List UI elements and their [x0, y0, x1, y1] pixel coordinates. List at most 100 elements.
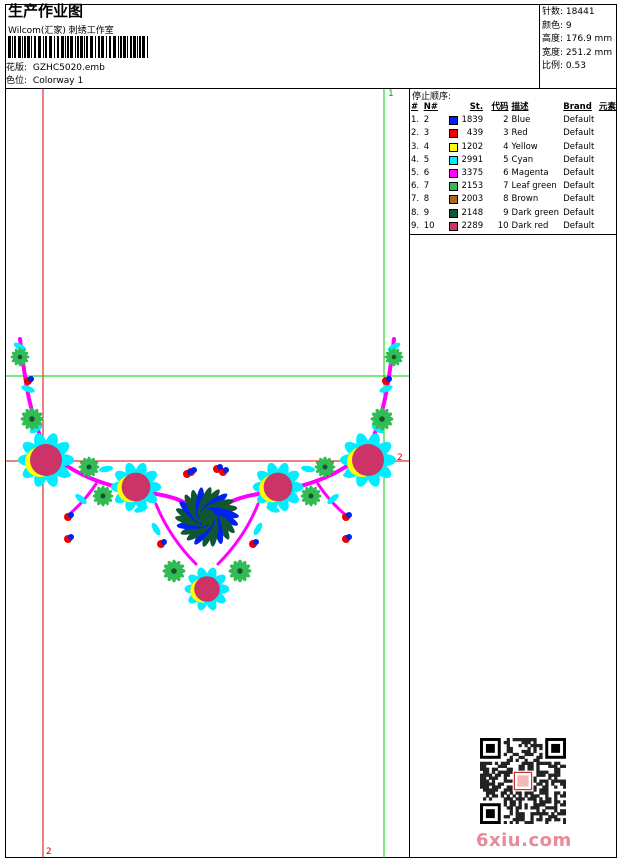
color-row: 9. 10 2289 10 Dark red Default: [411, 220, 616, 233]
color-row: 2. 3 439 3 Red Default: [411, 127, 616, 140]
color-row: 5. 6 3375 6 Magenta Default: [411, 167, 616, 180]
row-brand: Default: [563, 194, 595, 205]
row-needle: 3: [423, 128, 430, 139]
row-code: 3: [503, 128, 509, 139]
color-row: 7. 8 2003 8 Brown Default: [411, 193, 616, 206]
colorway-row: 色位: Colorway 1: [6, 76, 83, 87]
color-swatch: [448, 116, 458, 126]
color-swatch: [448, 169, 458, 179]
col-st: St.: [469, 102, 484, 112]
row-desc: Red: [511, 128, 528, 139]
row-num: 3.: [411, 141, 420, 152]
embroidery-design: [10, 337, 404, 611]
barcode: [8, 36, 148, 58]
page-title: 生产作业图: [8, 2, 84, 20]
row-needle: 5: [423, 154, 430, 165]
row-desc: Blue: [511, 115, 531, 126]
row-code: 5: [503, 154, 509, 165]
company-name: Wilcom(汇家) 刺绣工作室: [8, 26, 114, 36]
panel-divider: [409, 88, 410, 858]
row-brand: Default: [563, 128, 595, 139]
color-table-header: # N# St. 代码 描述 Brand 元素: [411, 101, 616, 114]
row-brand: Default: [563, 181, 595, 192]
row-brand: Default: [563, 207, 595, 218]
row-code: 9: [503, 207, 509, 218]
color-swatch: [448, 142, 458, 152]
col-num: #: [411, 102, 419, 112]
row-brand: Default: [563, 168, 595, 179]
stats-divider: [539, 4, 540, 88]
col-n: N#: [423, 102, 438, 112]
row-stitches: 3375: [448, 167, 483, 180]
row-needle: 8: [423, 194, 430, 205]
color-swatch: [448, 195, 458, 205]
row-needle: 4: [423, 141, 430, 152]
color-table-divider: [409, 234, 617, 235]
row-num: 7.: [411, 194, 420, 205]
row-needle: 7: [423, 181, 430, 192]
row-desc: Leaf green: [511, 181, 557, 192]
color-row: 3. 4 1202 4 Yellow Default: [411, 141, 616, 154]
row-stitches: 2003: [448, 193, 483, 206]
row-num: 2.: [411, 128, 420, 139]
stat-height: 高度: 176.9 mm: [542, 34, 613, 45]
color-row: 8. 9 2148 9 Dark green Default: [411, 207, 616, 220]
row-code: 7: [503, 181, 509, 192]
row-stitches: 439: [448, 127, 483, 140]
row-stitches: 2153: [448, 180, 483, 193]
row-desc: Dark red: [511, 220, 549, 231]
stat-scale: 比例: 0.53: [542, 61, 586, 72]
col-desc: 描述: [511, 102, 529, 112]
row-stitches: 1839: [448, 114, 483, 127]
col-code: 代码: [491, 102, 509, 112]
stat-stitches: 针数: 18441: [542, 7, 595, 17]
stat-colors: 颜色: 9: [542, 20, 572, 31]
color-row: 1. 2 1839 2 Blue Default: [411, 114, 616, 127]
row-code: 10: [497, 220, 509, 231]
row-num: 5.: [411, 168, 420, 179]
color-row: 6. 7 2153 7 Leaf green Default: [411, 180, 616, 193]
col-element: 元素: [598, 102, 616, 112]
color-swatch: [448, 129, 458, 139]
design-file: GZHC5020.emb: [32, 63, 105, 73]
color-swatch: [448, 182, 458, 192]
color-sequence-table: # N# St. 代码 描述 Brand 元素 1. 2 1839 2 Blue Defa…: [411, 101, 616, 233]
design-label: 花版:: [6, 63, 28, 73]
color-swatch: [448, 208, 458, 218]
row-stitches: 2991: [448, 154, 483, 167]
design-stats: 针数: 18441 颜色: 9 高度: 176.9 mm 宽度: 251.2 m…: [542, 6, 612, 74]
row-desc: Brown: [511, 194, 539, 205]
color-row: 4. 5 2991 5 Cyan Default: [411, 154, 616, 167]
row-brand: Default: [563, 220, 595, 231]
row-brand: Default: [563, 115, 595, 126]
row-brand: Default: [563, 154, 595, 165]
row-code: 2: [503, 115, 509, 126]
row-desc: Yellow: [511, 141, 538, 152]
color-swatch: [448, 155, 458, 165]
site-watermark: 6xiu.com: [476, 830, 572, 851]
marker-1: 1: [388, 89, 394, 99]
row-num: 9.: [411, 220, 420, 231]
row-needle: 2: [423, 115, 430, 126]
row-num: 6.: [411, 181, 420, 192]
row-needle: 9: [423, 207, 430, 218]
row-stitches: 2148: [448, 207, 483, 220]
row-needle: 10: [423, 220, 435, 231]
row-desc: Dark green: [511, 207, 559, 218]
row-needle: 6: [423, 168, 430, 179]
colorway-value: Colorway 1: [32, 76, 84, 86]
embroidery-canvas: [6, 89, 409, 858]
marker-2-right: 2: [397, 453, 403, 463]
row-code: 6: [503, 168, 509, 179]
row-brand: Default: [563, 141, 595, 152]
design-file-row: 花版: GZHC5020.emb: [6, 63, 105, 74]
row-desc: Magenta: [511, 168, 549, 179]
row-code: 8: [503, 194, 509, 205]
row-num: 4.: [411, 154, 420, 165]
row-num: 1.: [411, 115, 420, 126]
col-brand: Brand: [563, 102, 592, 112]
qr-code: [480, 738, 566, 824]
stat-width: 宽度: 251.2 mm: [542, 47, 613, 58]
marker-2-bottom: 2: [46, 847, 52, 857]
row-stitches: 2289: [448, 220, 483, 233]
